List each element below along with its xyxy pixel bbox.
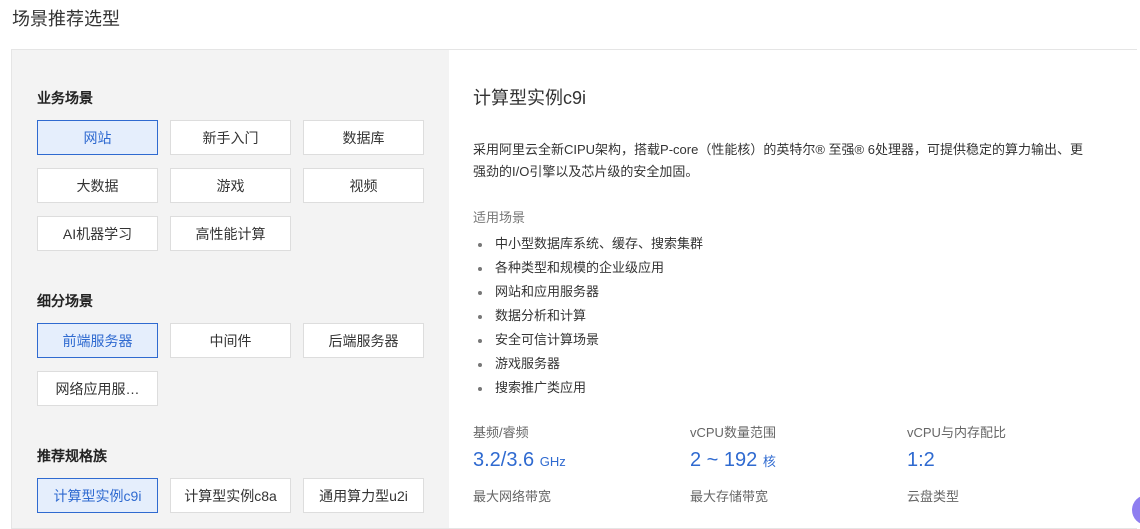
spec-label: 云盘类型 [907,489,960,504]
scenario-item: 安全可信计算场景 [473,328,1124,352]
filter-panel: 业务场景 网站 新手入门 数据库大数据 游戏 视频 AI机器学习 高性能计算 细分场景 前端… [12,50,449,528]
instance-description: 采用阿里云全新CIPU架构，搭载P-core（性能核）的英特尔® 至强® 6处理… [473,142,1083,179]
business-scenario-option[interactable]: 游戏 [170,168,291,203]
spec-item: vCPU数量范围 2 ~ 192 核 [690,422,907,472]
spec-label: vCPU数量范围 [690,425,776,440]
sub-scenario-option[interactable]: 后端服务器 [303,323,424,358]
scenario-item: 中小型数据库系统、缓存、搜索集群 [473,232,1124,256]
spec-label: 最大存储带宽 [690,489,769,504]
instance-title: 计算型实例c9i [473,88,587,108]
family-option[interactable]: 计算型实例c8a [170,478,291,513]
business-scenario-label: 业务场景 [37,90,93,106]
scenarios-label: 适用场景 [473,210,526,225]
spec-number: 3.2/3.6 [473,449,535,471]
spec-number: 2 ~ 192 [690,449,758,471]
scenario-item: 数据分析和计算 [473,304,1124,328]
business-scenario-option[interactable]: 网站 [37,120,158,155]
page-title: 场景推荐选型 [12,9,120,29]
scenario-list: 中小型数据库系统、缓存、搜索集群 各种类型和规模的企业级应用 网站和应用服务器 数据分… [473,232,1124,400]
spec-value: 2 ~ 192 核 [690,449,907,472]
scenario-item: 搜索推广类应用 [473,376,1124,400]
spec-label: vCPU与内存配比 [907,425,1006,440]
family-option[interactable]: 计算型实例c9i [37,478,158,513]
spec-grid: 基频/睿频 3.2/3.6 GHz vCPU数量范围 2 ~ 192 核 vCPU与内存… [473,422,1124,505]
business-scenario-option[interactable]: 大数据 [37,168,158,203]
family-options: 计算型实例c9i 计算型实例c8a 通用算力型u2i [37,478,424,513]
business-scenario-option[interactable]: 新手入门 [170,120,291,155]
business-scenario-option[interactable]: 高性能计算 [170,216,291,251]
spec-number: 1:2 [907,449,935,471]
spec-unit: GHz [539,454,566,469]
scenario-item: 网站和应用服务器 [473,280,1124,304]
spec-value: 3.2/3.6 GHz [473,449,690,472]
spec-value: 1:2 [907,449,1124,472]
sub-scenario-option[interactable]: 网络应用服… [37,371,158,406]
business-scenario-option[interactable]: 数据库 [303,120,424,155]
business-scenario-option[interactable]: 视频 [303,168,424,203]
selection-panel: 业务场景 网站 新手入门 数据库大数据 游戏 视频 AI机器学习 高性能计算 细分场景 前端… [11,49,1140,529]
sub-scenario-option[interactable]: 前端服务器 [37,323,158,358]
spec-label: 基频/睿频 [473,425,529,440]
business-scenario-options: 网站 新手入门 数据库大数据 游戏 视频 AI机器学习 高性能计算 [37,120,424,251]
assistant-button[interactable] [1132,495,1140,525]
detail-panel: 计算型实例c9i 采用阿里云全新CIPU架构，搭载P-core（性能核）的英特尔… [449,50,1140,528]
spec-item: 最大网络带宽 [473,486,690,505]
spec-item: vCPU与内存配比 1:2 [907,422,1124,472]
spec-item: 最大存储带宽 [690,486,907,505]
sub-scenario-label: 细分场景 [37,293,93,309]
spec-label: 最大网络带宽 [473,489,552,504]
family-option[interactable]: 通用算力型u2i [303,478,424,513]
sub-scenario-options: 前端服务器 中间件 后端服务器网络应用服… [37,323,424,406]
scenario-item: 各种类型和规模的企业级应用 [473,256,1124,280]
business-scenario-option[interactable]: AI机器学习 [37,216,158,251]
family-label: 推荐规格族 [37,448,107,464]
spec-item: 云盘类型 [907,486,1124,505]
spec-unit: 核 [762,454,776,469]
spec-item: 基频/睿频 3.2/3.6 GHz [473,422,690,472]
scenario-item: 游戏服务器 [473,352,1124,376]
sub-scenario-option[interactable]: 中间件 [170,323,291,358]
